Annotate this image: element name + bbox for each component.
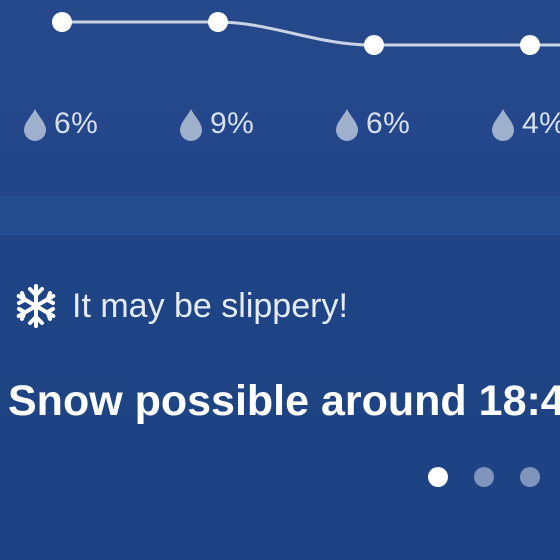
temperature-trend-line	[52, 12, 560, 55]
precipitation-value: 9%	[210, 107, 255, 140]
raindrop-icon	[492, 109, 514, 141]
temperature-point	[52, 12, 72, 32]
precipitation-chance: 4%	[490, 104, 560, 144]
temperature-point	[520, 35, 540, 55]
precipitation-chance: 9%	[178, 104, 254, 144]
alert-headline: Snow possible around 18:4	[8, 377, 560, 425]
page-indicator	[428, 467, 560, 487]
section-divider	[0, 195, 560, 235]
precipitation-chance: 6%	[334, 104, 410, 144]
alert-label: It may be slippery!	[72, 286, 348, 325]
temperature-point	[364, 35, 384, 55]
alert-label-row: It may be slippery!	[12, 281, 348, 331]
precipitation-value: 4%	[522, 107, 560, 140]
raindrop-icon	[180, 109, 202, 141]
snowflake-icon	[16, 284, 56, 328]
temperature-curve	[62, 20, 560, 47]
page-dot[interactable]	[520, 467, 540, 487]
page-dot[interactable]	[474, 467, 494, 487]
raindrop-icon	[336, 109, 358, 141]
precipitation-value: 6%	[366, 107, 411, 140]
temperature-point	[208, 12, 228, 32]
precipitation-chance: 6%	[22, 104, 98, 144]
hourly-forecast-card: 6% 9% 6% 4%	[0, 0, 560, 195]
precipitation-value: 6%	[54, 107, 99, 140]
page-dot-active[interactable]	[428, 467, 448, 487]
raindrop-icon	[24, 109, 46, 141]
weather-alert-card[interactable]: It may be slippery! Snow possible around…	[0, 235, 560, 560]
